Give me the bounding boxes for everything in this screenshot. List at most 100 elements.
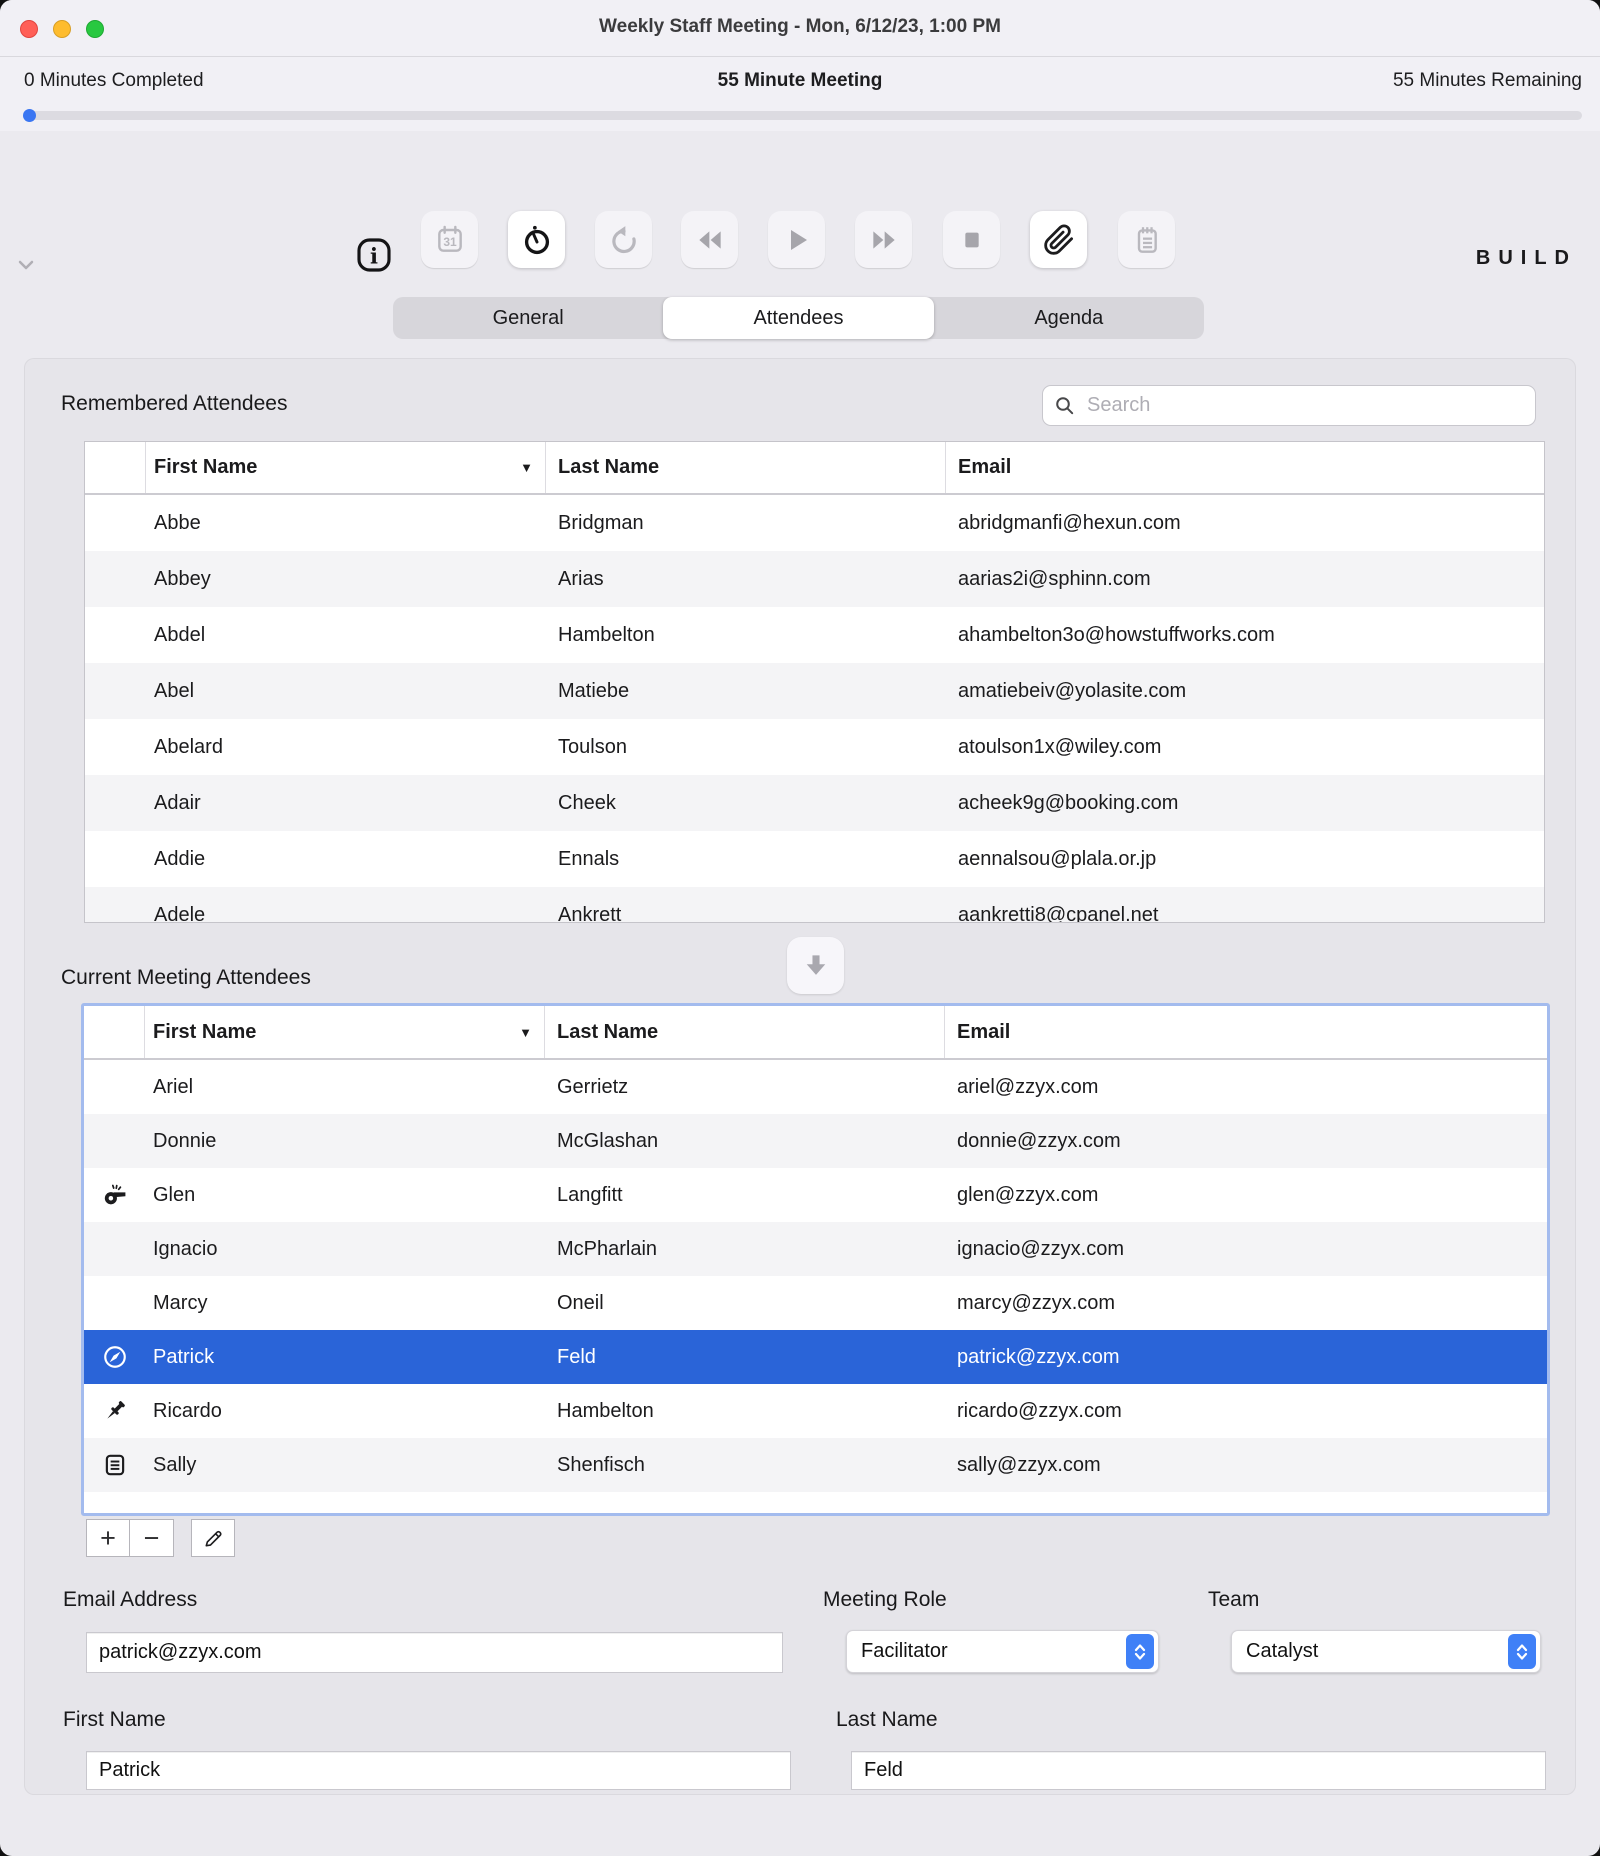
email-address-field[interactable] [86,1632,783,1673]
cell-email: sally@zzyx.com [945,1454,1547,1477]
cell-email: glen@zzyx.com [945,1184,1547,1207]
cell-email: abridgmanfi@hexun.com [946,512,1544,535]
search-input[interactable] [1085,393,1509,418]
cell-email: aennalsou@plala.or.jp [946,848,1544,871]
cell-last-name: McGlashan [545,1130,945,1153]
calendar-icon[interactable]: 31 [421,211,478,268]
icon-column-header [85,442,146,493]
tab-attendees[interactable]: Attendees [663,297,933,339]
remembered-attendees-title: Remembered Attendees [61,392,287,416]
first-name-column-header[interactable]: First Name ▼ [146,442,546,493]
cell-first-name: Marcy [145,1292,545,1315]
table-row[interactable]: GlenLangfittglen@zzyx.com [84,1168,1547,1222]
notes-icon [102,1452,128,1478]
table-row[interactable]: AbdelHambeltonahambelton3o@howstuffworks… [85,607,1544,663]
current-attendees-table-focus-ring: First Name ▼ Last Name Email ArielGerrie… [81,1003,1550,1516]
email-column-header[interactable]: Email [945,1006,1547,1058]
current-attendees-table[interactable]: First Name ▼ Last Name Email ArielGerrie… [84,1006,1547,1513]
table-row[interactable]: ArielGerrietzariel@zzyx.com [84,1060,1547,1114]
team-dropdown[interactable]: Catalyst [1231,1630,1541,1673]
first-name-label: First Name [63,1708,166,1732]
table-row-selected[interactable]: PatrickFeldpatrick@zzyx.com [84,1330,1547,1384]
cell-email: aankretti8@cpanel.net [946,904,1544,924]
cell-first-name: Abbe [146,512,546,535]
cell-first-name: Abel [146,680,546,703]
meeting-role-value: Facilitator [861,1640,1126,1663]
sort-descending-icon: ▼ [519,1025,532,1040]
table-row[interactable]: AbelMatiebeamatiebeiv@yolasite.com [85,663,1544,719]
chevron-down-icon[interactable] [14,253,38,277]
table-row[interactable]: MarcyOneilmarcy@zzyx.com [84,1276,1547,1330]
table-row[interactable]: IgnacioMcPharlainignacio@zzyx.com [84,1222,1547,1276]
reset-icon[interactable] [595,211,652,268]
cell-first-name: Ariel [145,1076,545,1099]
table-row[interactable]: AbelardToulsonatoulson1x@wiley.com [85,719,1544,775]
build-logo: BUILD [1476,247,1577,270]
tab-agenda[interactable]: Agenda [934,297,1204,339]
progress-indicator-dot [23,109,36,122]
edit-attendee-button[interactable] [191,1519,235,1557]
first-name-column-header[interactable]: First Name ▼ [145,1006,545,1058]
table-row[interactable]: AbbeBridgmanabridgmanfi@hexun.com [85,495,1544,551]
fast-forward-icon[interactable] [855,211,912,268]
rewind-icon[interactable] [681,211,738,268]
remove-attendee-button[interactable]: − [130,1519,174,1557]
table-row[interactable]: AddieEnnalsaennalsou@plala.or.jp [85,831,1544,887]
stop-icon[interactable] [943,211,1000,268]
remembered-attendees-table[interactable]: First Name ▼ Last Name Email AbbeBridgma… [84,441,1545,923]
cell-email: ahambelton3o@howstuffworks.com [946,624,1544,647]
meeting-role-dropdown[interactable]: Facilitator [846,1630,1159,1673]
cell-first-name: Ricardo [145,1400,545,1423]
add-to-meeting-button[interactable] [787,937,844,994]
info-icon[interactable]: i [356,237,392,273]
compass-icon [102,1344,128,1370]
last-name-column-header[interactable]: Last Name [545,1006,945,1058]
cell-first-name: Abelard [146,736,546,759]
cell-first-name: Patrick [145,1346,545,1369]
cell-last-name: Feld [545,1346,945,1369]
minutes-remaining-label: 55 Minutes Remaining [1393,70,1582,92]
search-field[interactable] [1042,385,1536,426]
cell-first-name: Donnie [145,1130,545,1153]
meeting-role-label: Meeting Role [823,1588,947,1612]
table-row[interactable]: AdairCheekacheek9g@booking.com [85,775,1544,831]
add-attendee-button[interactable]: + [86,1519,130,1557]
cell-email: acheek9g@booking.com [946,792,1544,815]
cell-last-name: Arias [546,568,946,591]
timer-icon[interactable] [508,211,565,268]
play-icon[interactable] [768,211,825,268]
notes-icon[interactable] [1118,211,1175,268]
cell-last-name: Hambelton [546,624,946,647]
email-column-header[interactable]: Email [946,442,1544,493]
sort-descending-icon: ▼ [520,460,533,475]
table-row[interactable]: SallyShenfischsally@zzyx.com [84,1438,1547,1492]
cell-first-name: Addie [146,848,546,871]
toolbar: i 31 BUILD [0,131,1600,297]
team-label: Team [1208,1588,1259,1612]
email-address-label: Email Address [63,1588,197,1612]
tab-general[interactable]: General [393,297,663,339]
stepper-arrows-icon [1126,1634,1154,1669]
paperclip-icon[interactable] [1030,211,1087,268]
first-name-field[interactable] [86,1751,791,1790]
cell-last-name: Bridgman [546,512,946,535]
cell-first-name: Adair [146,792,546,815]
cell-email: aarias2i@sphinn.com [946,568,1544,591]
cell-last-name: Ankrett [546,904,946,924]
cell-email: atoulson1x@wiley.com [946,736,1544,759]
table-row[interactable]: RicardoHambeltonricardo@zzyx.com [84,1384,1547,1438]
cell-last-name: Toulson [546,736,946,759]
svg-text:i: i [370,243,378,268]
table-row[interactable]: DonnieMcGlashandonnie@zzyx.com [84,1114,1547,1168]
table-row[interactable]: AbbeyAriasaarias2i@sphinn.com [85,551,1544,607]
last-name-field[interactable] [851,1751,1546,1790]
column-label: First Name [153,1021,256,1044]
cell-first-name: Ignacio [145,1238,545,1261]
table-header-row: First Name ▼ Last Name Email [84,1006,1547,1060]
last-name-column-header[interactable]: Last Name [546,442,946,493]
cell-last-name: Hambelton [545,1400,945,1423]
cell-email: ricardo@zzyx.com [945,1400,1547,1423]
current-attendees-title: Current Meeting Attendees [61,966,311,990]
cell-email: marcy@zzyx.com [945,1292,1547,1315]
table-row[interactable]: AdeleAnkrettaankretti8@cpanel.net [85,887,1544,923]
